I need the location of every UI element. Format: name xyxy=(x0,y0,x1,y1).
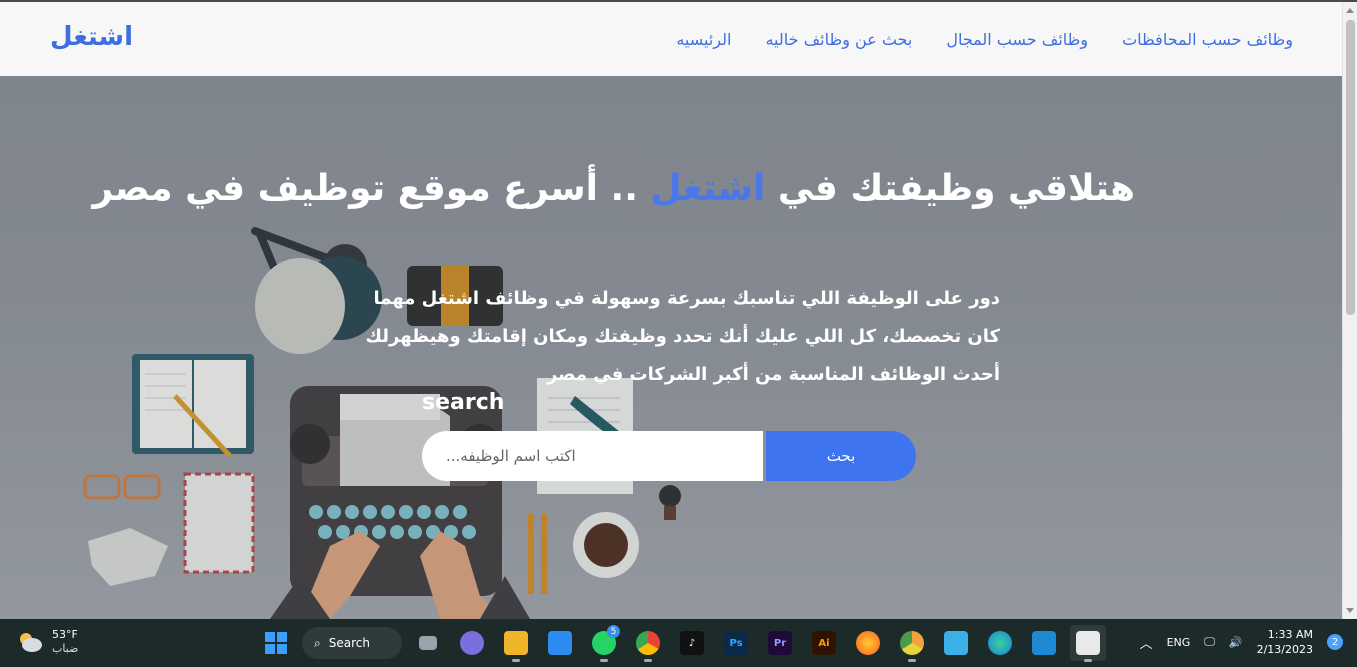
paint-icon xyxy=(1076,631,1100,655)
scroll-down-arrow-icon[interactable] xyxy=(1346,608,1354,613)
vscode-button[interactable] xyxy=(1026,625,1062,661)
firefox-button[interactable] xyxy=(850,625,886,661)
nav-jobs-by-governorate[interactable]: وظائف حسب المحافظات xyxy=(1122,30,1293,49)
page-scrollbar[interactable] xyxy=(1342,2,1357,619)
windows-taskbar: 53°F ضباب ⌕ Search 5 ♪ Ps Pr Ai ︿ ENG 🖵 … xyxy=(0,619,1357,667)
vscode-icon xyxy=(1032,631,1056,655)
app-icon xyxy=(944,631,968,655)
chrome-canary-icon xyxy=(900,631,924,655)
weather-desc: ضباب xyxy=(52,642,79,655)
photoshop-button[interactable]: Ps xyxy=(718,625,754,661)
premiere-icon: Pr xyxy=(768,631,792,655)
illustrator-icon: Ai xyxy=(812,631,836,655)
photoshop-icon: Ps xyxy=(724,631,748,655)
top-navbar: اشتغل الرئيسيه بحث عن وظائف خاليه وظائف … xyxy=(0,0,1357,76)
paint-button[interactable] xyxy=(1070,625,1106,662)
edge-button[interactable] xyxy=(982,625,1018,661)
taskbar-search[interactable]: ⌕ Search xyxy=(302,627,402,659)
teams-button[interactable] xyxy=(454,625,490,661)
chrome-icon xyxy=(636,631,660,655)
firefox-icon xyxy=(856,631,880,655)
whatsapp-button[interactable]: 5 xyxy=(586,625,622,662)
taskview-button[interactable] xyxy=(410,625,446,661)
headline-brand-accent: اشتغل xyxy=(650,168,766,209)
premiere-button[interactable]: Pr xyxy=(762,625,798,661)
app-button[interactable] xyxy=(938,625,974,661)
chrome-canary-button[interactable] xyxy=(894,625,930,662)
weather-widget[interactable]: 53°F ضباب xyxy=(16,628,78,656)
taskbar-apps: ⌕ Search 5 ♪ Ps Pr Ai xyxy=(258,625,1106,662)
clock-date: 2/13/2023 xyxy=(1256,643,1313,656)
scrollbar-thumb[interactable] xyxy=(1346,20,1355,315)
nav-links: الرئيسيه بحث عن وظائف خاليه وظائف حسب ال… xyxy=(676,30,1293,49)
clock[interactable]: 1:33 AM 2/13/2023 xyxy=(1257,627,1313,657)
file-explorer-button[interactable] xyxy=(498,625,534,662)
teams-chat-icon xyxy=(460,631,484,655)
weather-temp: 53°F xyxy=(52,628,78,641)
cloudy-moon-icon xyxy=(20,633,42,652)
store-icon xyxy=(548,631,572,655)
language-indicator[interactable]: ENG xyxy=(1167,636,1191,649)
tiktok-icon: ♪ xyxy=(680,631,704,655)
show-hidden-icons-chevron-icon[interactable]: ︿ xyxy=(1140,633,1153,652)
job-search-input[interactable] xyxy=(422,431,763,481)
system-tray: ︿ ENG 🖵 🔊 1:33 AM 2/13/2023 2 xyxy=(1140,627,1343,657)
search-icon: ⌕ xyxy=(314,635,321,650)
search-button[interactable]: بحث xyxy=(766,431,916,481)
start-button[interactable] xyxy=(258,625,294,661)
nav-search-jobs[interactable]: بحث عن وظائف خاليه xyxy=(765,30,912,49)
network-icon[interactable]: 🖵 xyxy=(1204,635,1215,649)
clock-time: 1:33 AM xyxy=(1267,628,1313,641)
hero-headline: هتلاقي وظيفتك في اشتغل .. أسرع موقع توظي… xyxy=(92,168,1135,209)
chrome-button[interactable] xyxy=(630,625,666,662)
store-button[interactable] xyxy=(542,625,578,661)
nav-home[interactable]: الرئيسيه xyxy=(676,30,731,49)
hero-description: دور على الوظيفة اللي تناسبك بسرعة وسهولة… xyxy=(365,288,1000,385)
edge-icon xyxy=(988,631,1012,655)
scroll-up-arrow-icon[interactable] xyxy=(1346,8,1354,13)
volume-icon[interactable]: 🔊 xyxy=(1229,636,1243,649)
nav-jobs-by-field[interactable]: وظائف حسب المجال xyxy=(946,30,1088,49)
notification-badge[interactable]: 2 xyxy=(1327,634,1343,650)
tiktok-button[interactable]: ♪ xyxy=(674,625,710,661)
windows-start-icon xyxy=(265,632,287,654)
hero-section: هتلاقي وظيفتك في اشتغل .. أسرع موقع توظي… xyxy=(0,76,1342,619)
task-view-icon xyxy=(419,636,437,650)
whatsapp-badge: 5 xyxy=(607,625,620,638)
search-label: search xyxy=(422,390,505,415)
illustrator-button[interactable]: Ai xyxy=(806,625,842,661)
folder-icon xyxy=(504,631,528,655)
site-logo[interactable]: اشتغل xyxy=(50,22,133,52)
